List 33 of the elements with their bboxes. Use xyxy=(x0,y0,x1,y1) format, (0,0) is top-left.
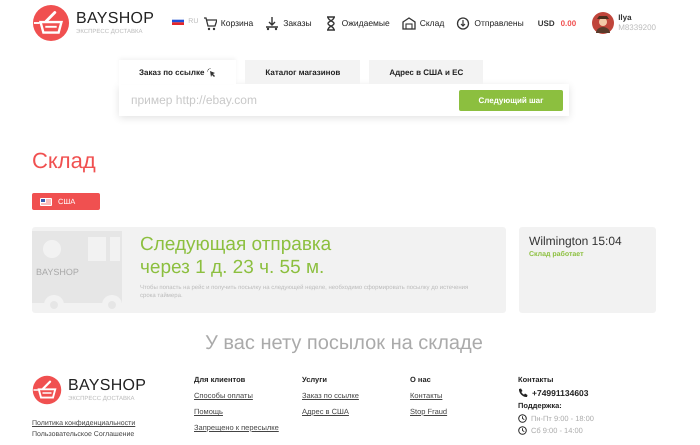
flag-icon xyxy=(40,198,52,206)
clock-icon xyxy=(518,414,527,423)
flag-icon[interactable] xyxy=(172,17,184,25)
nav-link[interactable]: Корзина xyxy=(202,16,254,30)
dolly-icon xyxy=(265,16,280,30)
basket-logo-icon xyxy=(32,375,62,405)
nav-link[interactable]: Склад xyxy=(402,16,444,30)
countdown-text: Следующая отправка xyxy=(140,233,332,256)
user-id: M8339200 xyxy=(618,23,656,33)
order-tab[interactable]: Каталог магазинов xyxy=(245,60,360,84)
avatar-icon[interactable] xyxy=(592,12,614,34)
phone-number: +74991134603 xyxy=(532,388,588,398)
brand-name: BAYSHOP xyxy=(68,377,146,395)
phone-icon xyxy=(518,388,528,398)
brand-name: BAYSHOP xyxy=(76,10,154,28)
cursor-click-icon xyxy=(207,68,216,76)
user-name: Ilya xyxy=(618,13,633,23)
page-title: Склад xyxy=(32,147,97,175)
download-circle-icon xyxy=(456,16,470,30)
nav-link[interactable]: Ожидаемые xyxy=(324,16,390,30)
warehouse-icon xyxy=(402,16,416,30)
nav-link[interactable]: Отправлены xyxy=(456,16,524,30)
cart-icon xyxy=(202,16,217,30)
currency-label: USD xyxy=(538,18,555,28)
clock-icon xyxy=(518,426,527,435)
order-tab[interactable]: Адрес в США и ЕС xyxy=(369,60,484,84)
warehouse-time: Wilmington 15:04 xyxy=(529,234,623,248)
order-tab[interactable]: Заказ по ссылке xyxy=(119,60,236,84)
nav-link[interactable]: Заказы xyxy=(265,16,312,30)
countdown-text: через 1 д. 23 ч. 55 м. xyxy=(140,256,326,279)
basket-logo-icon xyxy=(32,4,70,42)
balance-amount: 0.00 xyxy=(560,18,576,28)
empty-message: У вас нету посылок на складе xyxy=(204,331,484,356)
